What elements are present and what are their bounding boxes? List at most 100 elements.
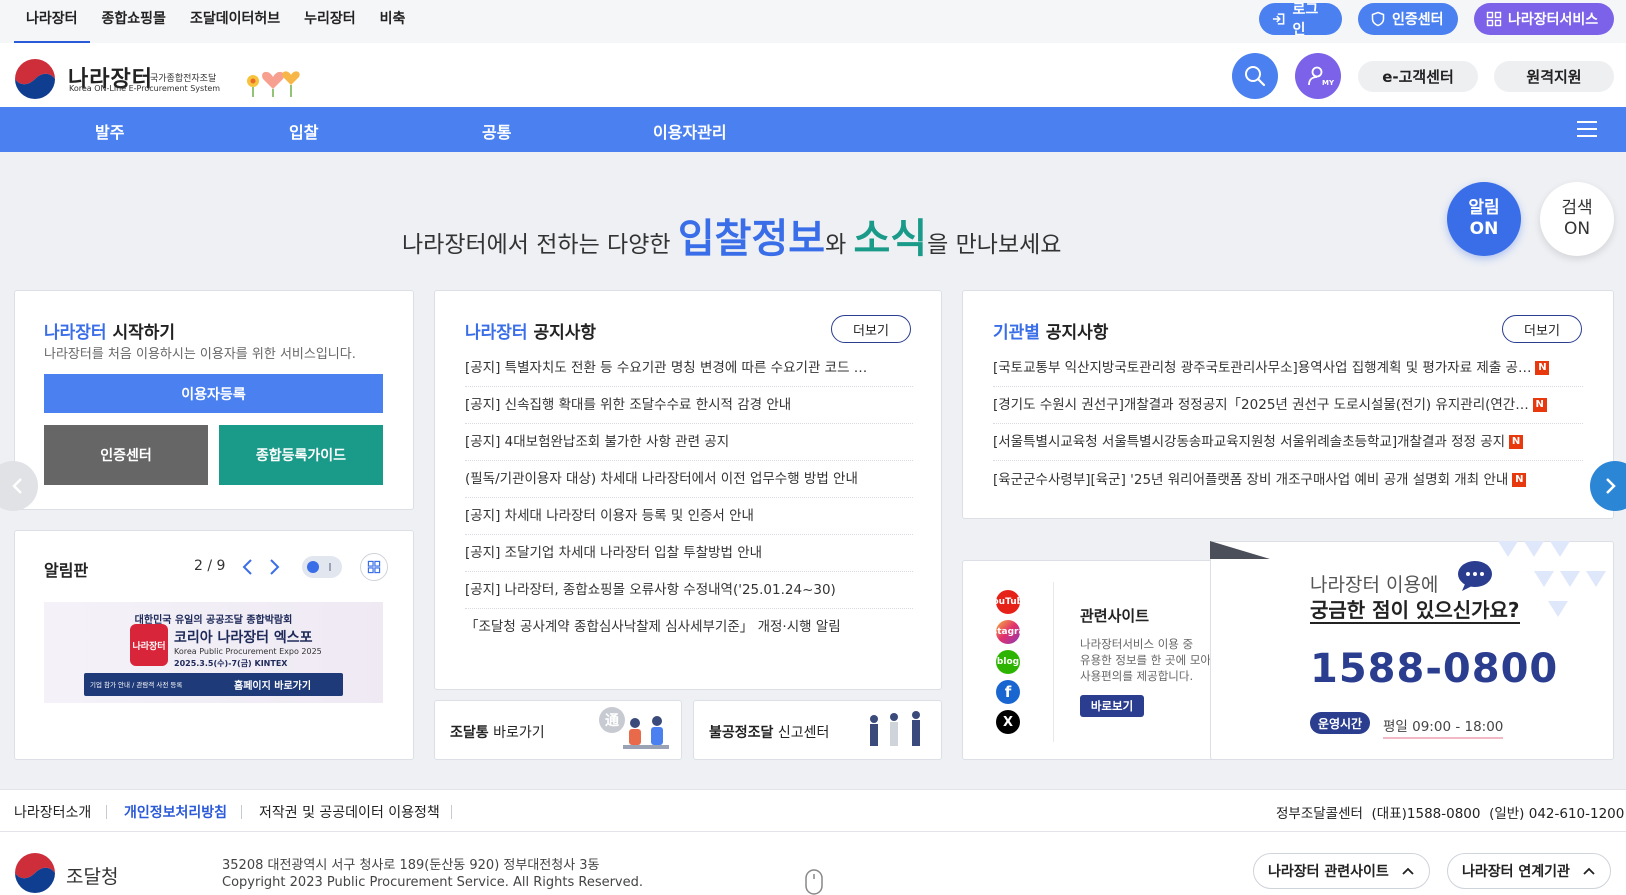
jodaltong-label: 조달통 바로가기 [450, 722, 545, 742]
grid-icon [1486, 11, 1502, 27]
operating-hours: 평일 09:00 - 18:00 [1383, 715, 1504, 739]
banner-left-text: 기업 참가 안내 / 관람객 사전 등록 [90, 681, 183, 689]
government-emblem-icon[interactable] [14, 58, 56, 100]
cert-center-label: 인증센터 [1392, 12, 1444, 28]
cert-center-button[interactable]: 인증센터 [1358, 3, 1458, 35]
footer-link-about[interactable]: 나라장터소개 [14, 802, 91, 822]
cert-center-large-button[interactable]: 인증센터 [44, 425, 208, 485]
agency-notice-item[interactable]: [경기도 수원시 권선구]개찰결과 정정공지「2025년 권선구 도로시설물(전… [993, 387, 1583, 424]
hero-headline: 나라장터에서 전하는 다양한 입찰정보와 소식을 만나보세요 [402, 206, 1061, 264]
service-menu-button[interactable]: 나라장터서비스 [1474, 3, 1614, 35]
hearts-flower-icon [243, 63, 309, 99]
agency-title-hl: 기관별 [993, 323, 1040, 343]
agency-notice-item[interactable]: [국토교통부 익산지방국토관리청 광주국토관리사무소]용역사업 집행계획 및 평… [993, 350, 1583, 387]
linked-agencies-dropdown[interactable]: 나라장터 연계기관 [1447, 853, 1611, 889]
people-illustration-icon [615, 713, 675, 757]
topnav-narajangteo[interactable]: 나라장터 [14, 0, 90, 43]
hamburger-menu-icon[interactable] [1576, 119, 1598, 139]
notice-item[interactable]: [공지] 신속집행 확대를 위한 조달수수료 한시적 감경 안내 [465, 387, 913, 424]
topnav-data-hub[interactable]: 조달데이터허브 [178, 0, 292, 43]
instagram-icon[interactable]: Instagram [982, 620, 1034, 644]
main-menu-bar: 발주 입찰 공통 이용자관리 [0, 107, 1626, 152]
agency-card-title: 기관별 공지사항 [993, 318, 1108, 343]
menu-common[interactable]: 공통 [482, 119, 511, 143]
search-on-button[interactable]: 검색 ON [1540, 182, 1614, 256]
chevron-left-icon [12, 478, 22, 494]
agency-notice-item[interactable]: [육군군수사령부][육군] '25년 워리어플랫폼 장비 개조구매사업 예비 공… [993, 461, 1583, 498]
alert-on-line2: ON [1469, 219, 1499, 239]
new-badge: N [1512, 472, 1527, 487]
notice-item[interactable]: [공지] 나라장터, 종합쇼핑몰 오류사항 수정내역('25.01.24~30) [465, 572, 913, 609]
related-desc-line: 사용편의를 제공합니다. [1080, 669, 1194, 683]
agency-notice-list: [국토교통부 익산지방국토관리청 광주국토관리사무소]용역사업 집행계획 및 평… [993, 350, 1583, 498]
notice-item[interactable]: (필독/기관이용자 대상) 차세대 나라장터에서 이전 업무수행 방법 안내 [465, 461, 913, 498]
agency-notice-item[interactable]: [서울특별시교육청 서울특별시강동송파교육지원청 서울위례솔초등학교]개찰결과 … [993, 424, 1583, 461]
business-people-icon [862, 707, 928, 757]
related-sites-view-button[interactable]: 바로보기 [1080, 695, 1144, 717]
footer-address: 35208 대전광역시 서구 청사로 189(둔산동 920) 정부대전청사 3… [222, 858, 600, 873]
youtube-icon[interactable]: YouTube [987, 590, 1029, 614]
banner-date: 2025.3.5(수)-7(금) KINTEX [174, 659, 288, 668]
x-twitter-icon[interactable]: X [996, 710, 1020, 734]
notice-more-button[interactable]: 더보기 [831, 315, 911, 343]
utility-bar: 나라장터 종합쇼핑몰 조달데이터허브 누리장터 비축 로그인 인증센터 나라장터… [0, 0, 1626, 43]
notice-item[interactable]: 「조달청 공사계약 종합심사낙찰제 심사세부기준」 개정·시행 알림 [465, 609, 913, 646]
start-guide-desc: 나라장터를 처음 이용하시는 이용자를 위한 서비스입니다. [44, 347, 356, 362]
notice-item[interactable]: [공지] 차세대 나라장터 이용자 등록 및 인증서 안내 [465, 498, 913, 535]
grid-icon [367, 560, 381, 574]
banner-top-text: 대한민국 유일의 공공조달 종합박람회 [134, 615, 293, 626]
login-button[interactable]: 로그인 [1259, 2, 1342, 38]
footer-separator [241, 805, 242, 819]
login-icon [1272, 13, 1285, 25]
remote-support-button[interactable]: 원격지원 [1494, 61, 1614, 92]
report-bold: 불공정조달 [709, 725, 774, 741]
banner-cta: 홈페이지 바로가기 [234, 681, 312, 692]
notice-item[interactable]: [공지] 4대보험완납조회 불가한 사항 관련 공지 [465, 424, 913, 461]
related-sites-dropdown[interactable]: 나라장터 관련사이트 [1253, 853, 1430, 889]
banner-title: 코리아 나라장터 엑스포 [174, 630, 313, 646]
footer-link-copyright-policy[interactable]: 저작권 및 공공데이터 이용정책 [259, 802, 440, 822]
agency-more-button[interactable]: 더보기 [1502, 315, 1582, 343]
e-customer-center-button[interactable]: e-고객센터 [1358, 61, 1478, 92]
user-register-button[interactable]: 이용자등록 [44, 374, 383, 413]
search-button[interactable] [1232, 53, 1278, 99]
new-badge: N [1535, 361, 1550, 375]
chevron-right-icon[interactable] [266, 557, 282, 577]
notice-item[interactable]: [공지] 특별자치도 전환 등 수요기관 명칭 변경에 따른 수요기관 코드 … [465, 350, 913, 387]
hero-mid: 와 [825, 232, 847, 258]
new-badge: N [1509, 435, 1524, 449]
topnav-stockpile[interactable]: 비축 [368, 0, 418, 43]
search-on-line1: 검색 [1561, 198, 1593, 218]
agency-notice-text: [육군군수사령부][육군] '25년 워리어플랫폼 장비 개조구매사업 예비 공… [993, 471, 1509, 488]
my-page-button[interactable]: MY [1295, 53, 1341, 99]
alert-on-button[interactable]: 알림 ON [1447, 182, 1521, 256]
view-all-grid-button[interactable] [360, 553, 388, 581]
agency-title-rest: 공지사항 [1045, 323, 1109, 343]
unfair-report-shortcut[interactable]: 불공정조달 신고센터 [693, 700, 942, 760]
divider [1053, 582, 1054, 742]
chevron-left-icon[interactable] [240, 557, 256, 577]
facebook-icon[interactable]: f [996, 680, 1020, 704]
chevron-up-icon [1402, 867, 1414, 875]
menu-order[interactable]: 발주 [95, 119, 124, 143]
footer-separator [451, 805, 452, 819]
agency-notice-text: [국토교통부 익산지방국토관리청 광주국토관리사무소]용역사업 집행계획 및 평… [993, 360, 1532, 376]
footer-link-privacy[interactable]: 개인정보처리방침 [124, 802, 227, 822]
menu-bid[interactable]: 입찰 [289, 119, 318, 143]
jodaltong-shortcut[interactable]: 조달통 바로가기 通 [434, 700, 682, 760]
contact-phone[interactable]: 1588-0800 [1310, 646, 1558, 692]
autoplay-toggle[interactable] [302, 556, 342, 578]
blog-icon[interactable]: blog [996, 650, 1020, 674]
topnav-nuri[interactable]: 누리장터 [292, 0, 368, 43]
hero-word-bid-info: 입찰정보 [677, 216, 826, 262]
related-sites-title: 관련사이트 [1080, 607, 1150, 625]
expo-banner[interactable]: 대한민국 유일의 공공조달 종합박람회 나라장터 코리아 나라장터 엑스포 Ko… [44, 602, 383, 703]
service-menu-label: 나라장터서비스 [1508, 12, 1599, 28]
pps-emblem-icon [14, 852, 56, 894]
jodaltong-bold: 조달통 [450, 725, 489, 741]
registration-guide-button[interactable]: 종합등록가이드 [219, 425, 383, 485]
notice-item[interactable]: [공지] 조달기업 차세대 나라장터 입찰 투찰방법 안내 [465, 535, 913, 572]
topnav-shopping-mall[interactable]: 종합쇼핑몰 [90, 0, 178, 43]
chevron-right-icon [1606, 478, 1616, 494]
menu-user-management[interactable]: 이용자관리 [653, 119, 727, 143]
